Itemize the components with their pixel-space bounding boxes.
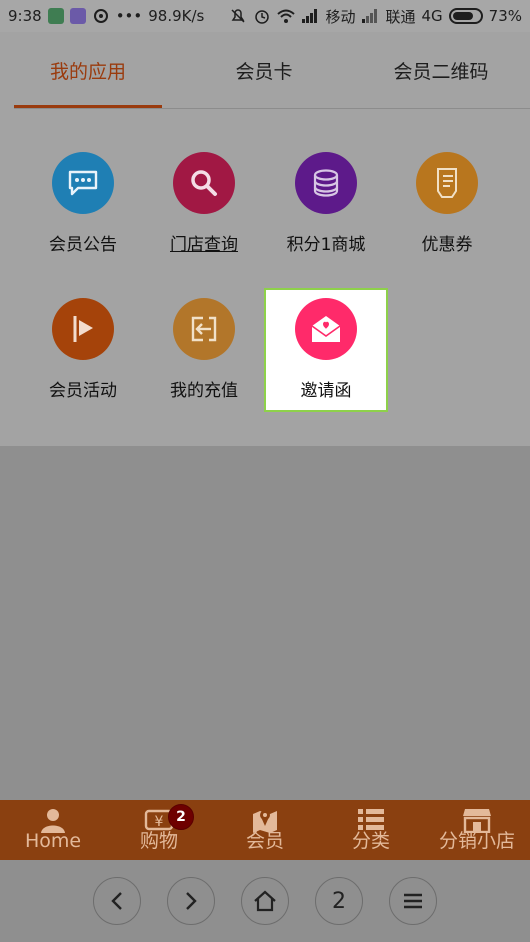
carrier-2: 联通: [385, 7, 416, 26]
tab-member-card[interactable]: 会员卡: [188, 32, 340, 108]
nav-home[interactable]: Home: [0, 800, 106, 860]
app-store-search[interactable]: 门店查询: [143, 152, 265, 274]
app-label: 门店查询: [170, 235, 238, 255]
alarm-icon: [255, 10, 270, 24]
coins-icon: [295, 152, 357, 214]
menu-icon: [404, 893, 422, 909]
nav-label: 分销小店: [438, 830, 515, 852]
back-icon: [111, 892, 122, 910]
nav-label: 会员: [245, 830, 284, 852]
tabs-button[interactable]: 2: [315, 877, 363, 925]
back-button[interactable]: [93, 877, 141, 925]
browser-app-icon: [93, 9, 108, 23]
nav-shopping[interactable]: ¥ 购物 2: [106, 800, 212, 860]
menu-button[interactable]: [389, 877, 437, 925]
app-member-notice[interactable]: 会员公告: [22, 152, 144, 274]
cart-badge: 2: [168, 804, 194, 830]
home-icon: [254, 890, 276, 912]
battery-level: 73%: [488, 7, 522, 25]
wifi-icon: [277, 9, 296, 23]
app-my-recharge[interactable]: 我的充值: [143, 298, 265, 420]
coupon-icon: [416, 152, 478, 214]
status-time: 9:38: [8, 7, 42, 25]
app-label: 会员活动: [49, 381, 117, 401]
app-icon: [69, 8, 86, 24]
signal-icon: [302, 9, 318, 23]
browser-toolbar: 2: [0, 860, 530, 942]
net-speed: 98.9K/s: [148, 7, 205, 25]
app-label: 我的充值: [170, 381, 238, 401]
tabs-count: 2: [332, 888, 346, 914]
tab-bar: 我的应用 会员卡 会员二维码: [0, 32, 530, 109]
shield-app-icon: [47, 8, 64, 24]
nav-label: 分类: [351, 830, 390, 852]
bell-off-icon: [231, 9, 245, 23]
flag-icon: [52, 298, 114, 360]
signal-icon-2: [362, 9, 378, 23]
tab-my-apps[interactable]: 我的应用: [14, 32, 162, 108]
recharge-icon: [173, 298, 235, 360]
nav-label: 购物: [139, 830, 178, 852]
app-label: 积分1商城: [286, 235, 366, 255]
battery-icon: [448, 8, 483, 24]
app-member-events[interactable]: 会员活动: [22, 298, 144, 420]
app-coupons[interactable]: 优惠券: [386, 152, 508, 274]
svg-text:¥: ¥: [155, 814, 164, 830]
tab-member-qrcode[interactable]: 会员二维码: [370, 32, 512, 108]
app-label: 会员公告: [49, 235, 117, 255]
nav-member[interactable]: 会员: [212, 800, 318, 860]
app-panel: 我的应用 会员卡 会员二维码 会员公告 门店查询 积分1商城 优惠券 会员活动 …: [0, 32, 530, 446]
nav-label: Home: [24, 830, 82, 852]
tab-divider: [14, 108, 530, 109]
bottom-nav: Home ¥ 购物 2 会员 分类 分销小店: [0, 800, 530, 860]
nav-distribution-store[interactable]: 分销小店: [424, 800, 530, 860]
app-points-mall[interactable]: 积分1商城: [265, 152, 387, 274]
app-label: 邀请函: [300, 381, 352, 401]
app-invitation[interactable]: 邀请函: [265, 298, 387, 420]
app-label: 优惠券: [421, 235, 473, 255]
chat-icon: [52, 152, 114, 214]
status-bar: 9:38 ••• 98.9K/s 移动 联通 4G 73%: [0, 0, 530, 32]
invitation-icon: [295, 298, 357, 360]
forward-button[interactable]: [167, 877, 215, 925]
home-button[interactable]: [241, 877, 289, 925]
network-type: 4G: [421, 7, 443, 25]
more-icon: •••: [115, 7, 143, 25]
search-icon: [173, 152, 235, 214]
carrier-1: 移动: [325, 7, 356, 26]
forward-icon: [186, 892, 197, 910]
nav-category[interactable]: 分类: [318, 800, 424, 860]
